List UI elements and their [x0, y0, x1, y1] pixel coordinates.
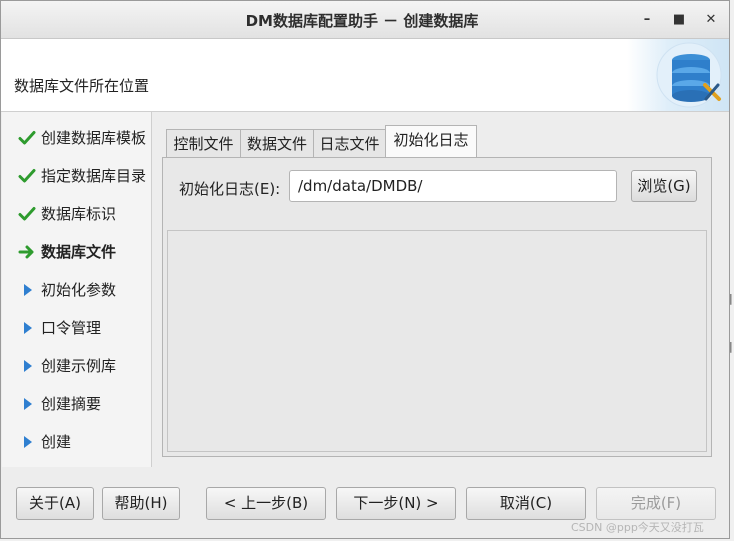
nav-step-label: 口令管理	[41, 319, 102, 337]
maximize-button[interactable]: ■	[669, 10, 689, 30]
nav-step-label: 创建摘要	[41, 395, 102, 413]
tab-data-files[interactable]: 数据文件	[240, 129, 314, 157]
nav-step-identifier[interactable]: 数据库标识	[2, 201, 151, 227]
about-button[interactable]: 关于(A)	[16, 487, 94, 520]
triangle-right-icon	[18, 433, 36, 451]
triangle-right-icon	[18, 319, 36, 337]
nav-step-directory[interactable]: 指定数据库目录	[2, 163, 151, 189]
main-content: 控制文件 数据文件 日志文件 初始化日志 初始化日志(E): 浏览(G)	[160, 125, 714, 463]
init-log-path-input[interactable]	[289, 170, 617, 202]
back-button[interactable]: < 上一步(B)	[206, 487, 326, 520]
wizard-steps-nav: 创建数据库模板 指定数据库目录 数据库标识 数据库文件 初始化参数 口令管理 创…	[2, 112, 152, 467]
next-button[interactable]: 下一步(N) >	[336, 487, 456, 520]
nav-step-label: 数据库文件	[41, 243, 117, 261]
nav-step-label: 创建数据库模板	[41, 129, 147, 147]
nav-step-summary[interactable]: 创建摘要	[2, 391, 151, 417]
cancel-button[interactable]: 取消(C)	[466, 487, 586, 520]
checkmark-icon	[18, 167, 36, 185]
browse-button[interactable]: 浏览(G)	[631, 170, 697, 202]
finish-button: 完成(F)	[596, 487, 716, 520]
window-title: DM数据库配置助手 － 创建数据库	[245, 12, 479, 30]
help-button[interactable]: 帮助(H)	[102, 487, 180, 520]
triangle-right-icon	[18, 357, 36, 375]
tab-log-files[interactable]: 日志文件	[313, 129, 386, 157]
tab-init-log[interactable]: 初始化日志	[385, 125, 477, 158]
close-button[interactable]: ✕	[701, 10, 721, 30]
background-window-edge: |	[729, 340, 733, 353]
panel-inner-frame	[167, 230, 707, 452]
arrow-right-icon	[18, 243, 36, 261]
triangle-right-icon	[18, 395, 36, 413]
installer-window: DM数据库配置助手 － 创建数据库 – ■ ✕ 数据库文件所在位置 创建数据库模…	[0, 0, 730, 539]
nav-step-label: 创建示例库	[41, 357, 117, 375]
nav-step-password[interactable]: 口令管理	[2, 315, 151, 341]
tab-panel-init-log: 初始化日志(E): 浏览(G)	[162, 157, 712, 457]
watermark-text: CSDN @ppp今天又没打瓦	[571, 521, 704, 534]
triangle-right-icon	[18, 281, 36, 299]
nav-step-create[interactable]: 创建	[2, 429, 151, 455]
nav-step-create-template[interactable]: 创建数据库模板	[2, 125, 151, 151]
nav-step-init-params[interactable]: 初始化参数	[2, 277, 151, 303]
checkmark-icon	[18, 129, 36, 147]
nav-step-label: 指定数据库目录	[41, 167, 147, 185]
tab-control-files[interactable]: 控制文件	[166, 129, 241, 157]
page-header: 数据库文件所在位置	[1, 39, 729, 112]
nav-step-label: 数据库标识	[41, 205, 117, 223]
init-log-label: 初始化日志(E):	[179, 180, 281, 198]
checkmark-icon	[18, 205, 36, 223]
nav-step-sample-db[interactable]: 创建示例库	[2, 353, 151, 379]
background-window-edge: |	[729, 292, 733, 305]
tab-bar: 控制文件 数据文件 日志文件 初始化日志	[160, 125, 714, 158]
page-title: 数据库文件所在位置	[14, 77, 150, 95]
nav-step-database-files[interactable]: 数据库文件	[2, 239, 151, 265]
title-bar: DM数据库配置助手 － 创建数据库 – ■ ✕	[1, 1, 729, 39]
minimize-button[interactable]: –	[637, 10, 657, 30]
nav-step-label: 创建	[41, 433, 72, 451]
nav-step-label: 初始化参数	[41, 281, 117, 299]
database-logo-icon	[627, 39, 729, 111]
